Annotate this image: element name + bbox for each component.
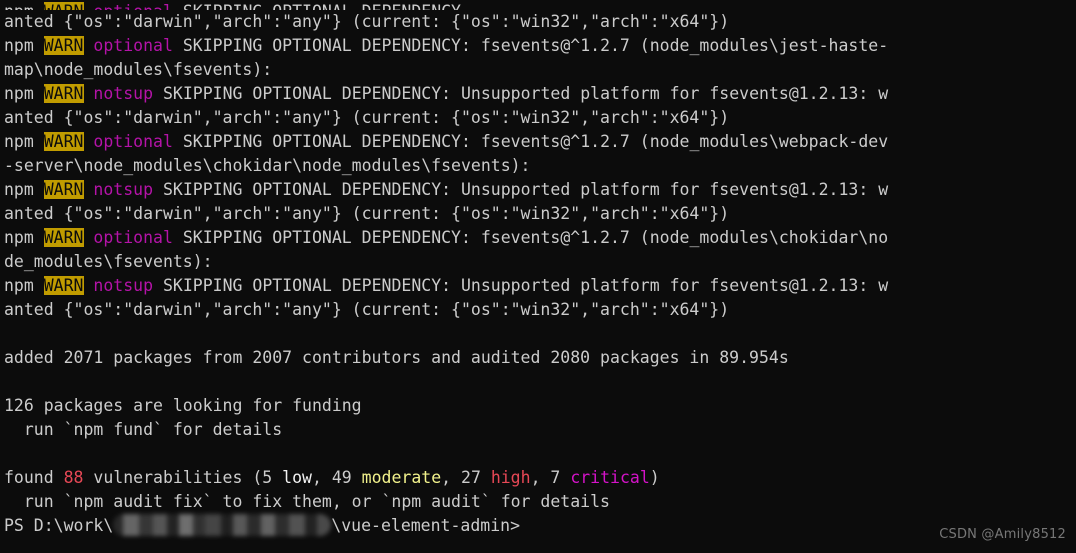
line-text: map\node_modules\fsevents): bbox=[4, 60, 273, 79]
warn-badge: WARN bbox=[43, 132, 84, 151]
warn-kind: notsup bbox=[83, 276, 163, 295]
warn-badge: WARN bbox=[43, 36, 84, 55]
npm-label: npm bbox=[4, 36, 44, 55]
vuln-total-count: 88 bbox=[63, 468, 84, 487]
line-text: SKIPPING OPTIONAL DEPENDENCY: Unsupporte… bbox=[162, 180, 889, 199]
vuln-mid-text: vulnerabilities (5 bbox=[83, 468, 283, 487]
line-text: -server\node_modules\chokidar\node_modul… bbox=[4, 156, 531, 175]
warn-badge: WARN bbox=[43, 276, 84, 295]
vuln-high-label: high bbox=[490, 468, 531, 487]
redacted-path-block bbox=[113, 514, 332, 536]
terminal-line-audit-hint: run `npm audit fix` to fix them, or `npm… bbox=[4, 490, 1076, 514]
terminal-line-warn: npm WARN notsup SKIPPING OPTIONAL DEPEND… bbox=[4, 274, 1076, 298]
terminal-window[interactable]: npm WARN optional SKIPPING OPTIONAL DEPE… bbox=[0, 0, 1076, 553]
terminal-line-warn: npm WARN optional SKIPPING OPTIONAL DEPE… bbox=[4, 130, 1076, 154]
warn-badge: WARN bbox=[43, 84, 84, 103]
terminal-line-funding: 126 packages are looking for funding bbox=[4, 394, 1076, 418]
line-text: run `npm audit fix` to fix them, or `npm… bbox=[4, 492, 610, 511]
prompt-path-prefix: PS D:\work\ bbox=[4, 516, 114, 535]
terminal-line: anted {"os":"darwin","arch":"any"} (curr… bbox=[4, 10, 1076, 34]
terminal-line-summary: added 2071 packages from 2007 contributo… bbox=[4, 346, 1076, 370]
warn-badge: WARN bbox=[43, 228, 84, 247]
terminal-prompt-line[interactable]: PS D:\work\ \vue-element-admin> bbox=[4, 514, 1076, 538]
terminal-line-clipped: npm WARN optional SKIPPING OPTIONAL DEPE… bbox=[4, 0, 1076, 10]
vuln-sep-2: , 27 bbox=[441, 468, 491, 487]
terminal-line: -server\node_modules\chokidar\node_modul… bbox=[4, 154, 1076, 178]
line-text: SKIPPING OPTIONAL DEPENDENCY: fsevents@^… bbox=[182, 132, 889, 151]
terminal-line-warn: npm WARN notsup SKIPPING OPTIONAL DEPEND… bbox=[4, 82, 1076, 106]
npm-label: npm bbox=[4, 276, 44, 295]
vuln-moderate-label: moderate bbox=[361, 468, 442, 487]
line-text: anted {"os":"darwin","arch":"any"} (curr… bbox=[4, 108, 730, 127]
line-text: SKIPPING OPTIONAL DEPENDENCY: fsevents@^… bbox=[182, 228, 889, 247]
warn-badge: WARN bbox=[43, 180, 84, 199]
line-text: run `npm fund` for details bbox=[4, 420, 283, 439]
terminal-line-warn: npm WARN notsup SKIPPING OPTIONAL DEPEND… bbox=[4, 178, 1076, 202]
line-text: SKIPPING OPTIONAL DEPENDENCY: Unsupporte… bbox=[162, 276, 889, 295]
vuln-end-paren: ) bbox=[649, 468, 660, 487]
warn-kind: notsup bbox=[83, 84, 163, 103]
npm-label: npm bbox=[4, 228, 44, 247]
line-text: anted {"os":"darwin","arch":"any"} (curr… bbox=[4, 300, 730, 319]
terminal-line-warn: npm WARN optional SKIPPING OPTIONAL DEPE… bbox=[4, 34, 1076, 58]
warn-kind: optional bbox=[83, 132, 183, 151]
terminal-line: de_modules\fsevents): bbox=[4, 250, 1076, 274]
terminal-line: anted {"os":"darwin","arch":"any"} (curr… bbox=[4, 106, 1076, 130]
warn-kind: optional bbox=[83, 228, 183, 247]
line-text: SKIPPING OPTIONAL DEPENDENCY: Unsupporte… bbox=[162, 84, 889, 103]
vuln-sep-3: , 7 bbox=[530, 468, 571, 487]
vuln-low-label: low bbox=[282, 468, 312, 487]
warn-kind: optional bbox=[83, 36, 183, 55]
terminal-line: anted {"os":"darwin","arch":"any"} (curr… bbox=[4, 202, 1076, 226]
prompt-path-suffix: \vue-element-admin> bbox=[331, 516, 521, 535]
line-text: added 2071 packages from 2007 contributo… bbox=[4, 348, 789, 367]
npm-label: npm bbox=[4, 180, 44, 199]
terminal-line-vulnerabilities: found 88 vulnerabilities (5 low, 49 mode… bbox=[4, 466, 1076, 490]
line-text: anted {"os":"darwin","arch":"any"} (curr… bbox=[4, 204, 730, 223]
line-text: anted {"os":"darwin","arch":"any"} (curr… bbox=[4, 12, 730, 31]
vuln-sep-1: , 49 bbox=[311, 468, 362, 487]
vuln-found-label: found bbox=[4, 468, 64, 487]
line-text: de_modules\fsevents): bbox=[4, 252, 213, 271]
line-text: 126 packages are looking for funding bbox=[4, 396, 362, 415]
terminal-line: map\node_modules\fsevents): bbox=[4, 58, 1076, 82]
terminal-line-warn: npm WARN optional SKIPPING OPTIONAL DEPE… bbox=[4, 226, 1076, 250]
terminal-line: anted {"os":"darwin","arch":"any"} (curr… bbox=[4, 298, 1076, 322]
terminal-line-funding-hint: run `npm fund` for details bbox=[4, 418, 1076, 442]
line-text: SKIPPING OPTIONAL DEPENDENCY: fsevents@^… bbox=[182, 36, 889, 55]
warn-kind: notsup bbox=[83, 180, 163, 199]
vuln-critical-label: critical bbox=[570, 468, 650, 487]
npm-label: npm bbox=[4, 84, 44, 103]
watermark: CSDN @Amily8512 bbox=[939, 527, 1066, 542]
npm-label: npm bbox=[4, 132, 44, 151]
